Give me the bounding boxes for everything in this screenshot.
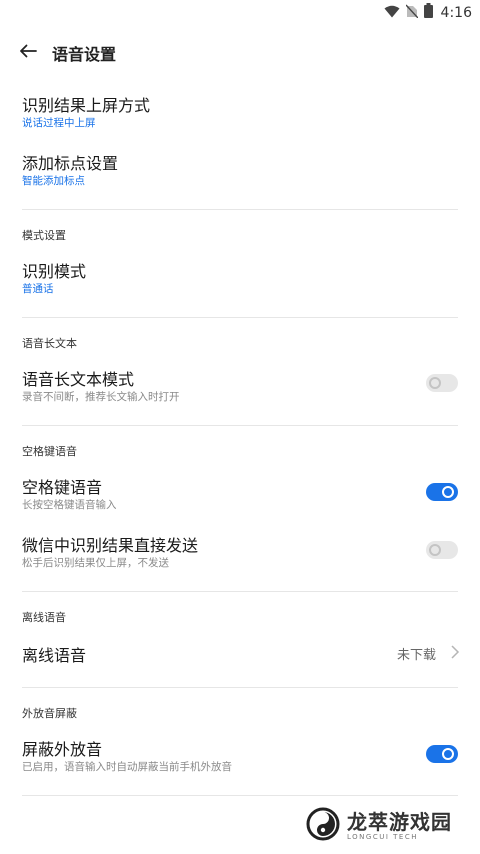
mode-section-header: 模式设置 [22,229,66,242]
recognition-mode-value: 普通话 [22,283,54,295]
space-voice-item[interactable]: 空格键语音 长按空格键语音输入 [0,468,480,522]
watermark-subtitle: LONGCUI TECH [347,833,418,841]
space-voice-toggle[interactable] [426,483,458,501]
offline-voice-item[interactable]: 离线语音 未下载 [0,632,480,674]
divider [22,425,458,426]
page-title: 语音设置 [52,45,117,64]
upscreen-setting-item[interactable]: 识别结果上屏方式 说话过程中上屏 [0,86,480,140]
offline-section-header: 离线语音 [22,611,66,624]
chevron-right-icon [450,644,460,664]
status-time: 4:16 [440,4,472,21]
back-arrow-icon [19,43,37,62]
divider [22,687,458,688]
toggle-knob [442,486,454,498]
shield-playback-item[interactable]: 屏蔽外放音 已启用，语音输入时自动屏蔽当前手机外放音 [0,730,480,784]
punctuation-title: 添加标点设置 [22,154,119,173]
longtext-mode-title: 语音长文本模式 [22,370,135,389]
toggle-knob [429,544,441,556]
wechat-send-item[interactable]: 微信中识别结果直接发送 松手后识别结果仅上屏，不发送 [0,526,480,580]
divider [22,795,458,796]
toggle-knob [442,748,454,760]
divider [22,591,458,592]
offline-voice-status: 未下载 [396,648,436,663]
longtext-mode-item[interactable]: 语音长文本模式 录音不间断，推荐长文输入时打开 [0,360,480,414]
divider [22,317,458,318]
back-button[interactable] [14,40,42,64]
shield-playback-desc: 已启用，语音输入时自动屏蔽当前手机外放音 [22,761,232,773]
wifi-icon [384,3,400,22]
offline-voice-title: 离线语音 [22,646,87,665]
status-icons: 4:16 [384,3,472,22]
longtext-mode-desc: 录音不间断，推荐长文输入时打开 [22,391,180,403]
wechat-send-desc: 松手后识别结果仅上屏，不发送 [22,557,169,569]
watermark-text: 龙萃游戏园 LONGCUI TECH [347,811,452,841]
wechat-send-toggle[interactable] [426,541,458,559]
battery-icon [423,3,433,22]
upscreen-title: 识别结果上屏方式 [22,96,151,115]
app-bar: 语音设置 [0,32,480,72]
watermark-logo-icon [305,806,341,846]
space-section-header: 空格键语音 [22,445,77,458]
toggle-knob [429,377,441,389]
shield-section-header: 外放音屏蔽 [22,707,77,720]
divider [22,209,458,210]
shield-playback-title: 屏蔽外放音 [22,740,103,759]
wechat-send-title: 微信中识别结果直接发送 [22,536,199,555]
no-sim-icon [405,3,419,22]
space-voice-desc: 长按空格键语音输入 [22,499,117,511]
punctuation-setting-item[interactable]: 添加标点设置 智能添加标点 [0,144,480,198]
punctuation-value: 智能添加标点 [22,175,85,187]
upscreen-value: 说话过程中上屏 [22,117,96,129]
longtext-mode-toggle[interactable] [426,374,458,392]
watermark-name: 龙萃游戏园 [347,810,452,834]
status-bar: 4:16 [0,0,480,24]
recognition-mode-title: 识别模式 [22,262,87,281]
watermark: 龙萃游戏园 LONGCUI TECH [305,806,452,846]
space-voice-title: 空格键语音 [22,478,103,497]
longtext-section-header: 语音长文本 [22,337,77,350]
shield-playback-toggle[interactable] [426,745,458,763]
recognition-mode-item[interactable]: 识别模式 普通话 [0,252,480,306]
